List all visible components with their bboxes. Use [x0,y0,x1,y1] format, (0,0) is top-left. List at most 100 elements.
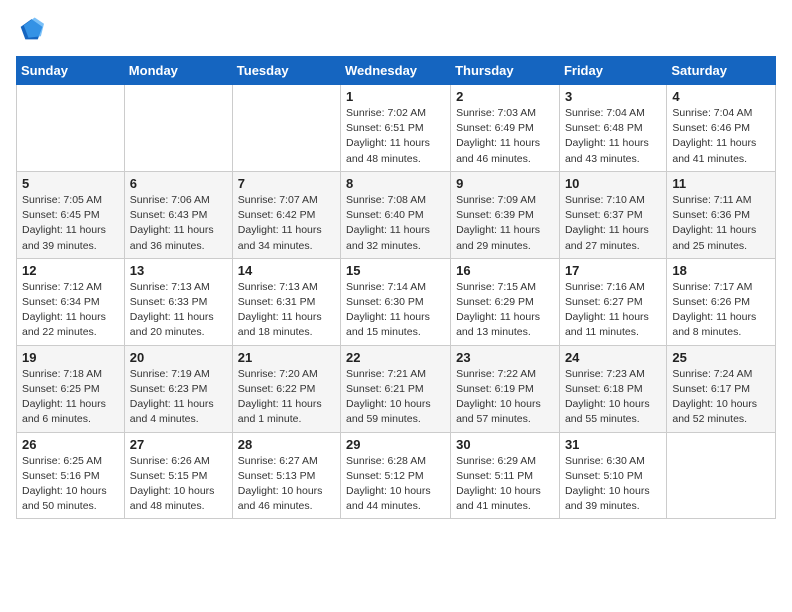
day-number: 16 [456,263,554,278]
day-info: Sunrise: 7:18 AM Sunset: 6:25 PM Dayligh… [22,367,119,428]
calendar-cell: 31 Sunrise: 6:30 AM Sunset: 5:10 PM Dayli… [559,432,666,519]
day-info: Sunrise: 7:20 AM Sunset: 6:22 PM Dayligh… [238,367,335,428]
day-number: 19 [22,350,119,365]
day-number: 5 [22,176,119,191]
day-info: Sunrise: 6:26 AM Sunset: 5:15 PM Dayligh… [130,454,227,515]
calendar-cell: 23 Sunrise: 7:22 AM Sunset: 6:19 PM Dayli… [451,345,560,432]
calendar-table: SundayMondayTuesdayWednesdayThursdayFrid… [16,56,776,519]
day-number: 15 [346,263,445,278]
calendar-cell: 9Sunrise: 7:09 AM Sunset: 6:39 PM Daylig… [451,171,560,258]
day-number: 6 [130,176,227,191]
day-number: 29 [346,437,445,452]
page-header [16,16,776,44]
day-info: Sunrise: 7:09 AM Sunset: 6:39 PM Dayligh… [456,193,554,254]
calendar-week-row: 1 Sunrise: 7:02 AM Sunset: 6:51 PM Daylig… [17,85,776,172]
day-number: 18 [672,263,770,278]
calendar-week-row: 19 Sunrise: 7:18 AM Sunset: 6:25 PM Dayli… [17,345,776,432]
day-number: 21 [238,350,335,365]
day-number: 25 [672,350,770,365]
day-number: 27 [130,437,227,452]
day-info: Sunrise: 7:04 AM Sunset: 6:48 PM Dayligh… [565,106,661,167]
calendar-cell: 2Sunrise: 7:03 AM Sunset: 6:49 PM Daylig… [451,85,560,172]
day-info: Sunrise: 7:14 AM Sunset: 6:30 PM Dayligh… [346,280,445,341]
weekday-header: Tuesday [232,57,340,85]
day-number: 12 [22,263,119,278]
calendar-cell: 13 Sunrise: 7:13 AM Sunset: 6:33 PM Dayli… [124,258,232,345]
day-number: 14 [238,263,335,278]
calendar-cell: 3 Sunrise: 7:04 AM Sunset: 6:48 PM Daylig… [559,85,666,172]
calendar-cell: 6 Sunrise: 7:06 AM Sunset: 6:43 PM Daylig… [124,171,232,258]
day-number: 11 [672,176,770,191]
day-number: 20 [130,350,227,365]
day-number: 4 [672,89,770,104]
calendar-cell: 25Sunrise: 7:24 AM Sunset: 6:17 PM Dayli… [667,345,776,432]
calendar-cell: 18 Sunrise: 7:17 AM Sunset: 6:26 PM Dayli… [667,258,776,345]
day-info: Sunrise: 7:04 AM Sunset: 6:46 PM Dayligh… [672,106,770,167]
day-info: Sunrise: 7:05 AM Sunset: 6:45 PM Dayligh… [22,193,119,254]
calendar-cell: 19 Sunrise: 7:18 AM Sunset: 6:25 PM Dayli… [17,345,125,432]
weekday-header: Saturday [667,57,776,85]
calendar-cell: 10Sunrise: 7:10 AM Sunset: 6:37 PM Dayli… [559,171,666,258]
day-number: 28 [238,437,335,452]
day-info: Sunrise: 7:19 AM Sunset: 6:23 PM Dayligh… [130,367,227,428]
calendar-cell: 24 Sunrise: 7:23 AM Sunset: 6:18 PM Dayli… [559,345,666,432]
calendar-cell: 22Sunrise: 7:21 AM Sunset: 6:21 PM Dayli… [341,345,451,432]
calendar-cell: 8 Sunrise: 7:08 AM Sunset: 6:40 PM Daylig… [341,171,451,258]
day-info: Sunrise: 6:28 AM Sunset: 5:12 PM Dayligh… [346,454,445,515]
day-info: Sunrise: 7:23 AM Sunset: 6:18 PM Dayligh… [565,367,661,428]
day-number: 1 [346,89,445,104]
calendar-cell: 5 Sunrise: 7:05 AM Sunset: 6:45 PM Daylig… [17,171,125,258]
calendar-cell: 14 Sunrise: 7:13 AM Sunset: 6:31 PM Dayli… [232,258,340,345]
day-info: Sunrise: 7:16 AM Sunset: 6:27 PM Dayligh… [565,280,661,341]
day-info: Sunrise: 7:07 AM Sunset: 6:42 PM Dayligh… [238,193,335,254]
calendar-cell: 15 Sunrise: 7:14 AM Sunset: 6:30 PM Dayli… [341,258,451,345]
calendar-week-row: 5 Sunrise: 7:05 AM Sunset: 6:45 PM Daylig… [17,171,776,258]
day-info: Sunrise: 7:02 AM Sunset: 6:51 PM Dayligh… [346,106,445,167]
calendar-cell: 4 Sunrise: 7:04 AM Sunset: 6:46 PM Daylig… [667,85,776,172]
day-info: Sunrise: 7:08 AM Sunset: 6:40 PM Dayligh… [346,193,445,254]
day-info: Sunrise: 7:22 AM Sunset: 6:19 PM Dayligh… [456,367,554,428]
weekday-header: Wednesday [341,57,451,85]
day-number: 7 [238,176,335,191]
day-info: Sunrise: 7:12 AM Sunset: 6:34 PM Dayligh… [22,280,119,341]
day-number: 13 [130,263,227,278]
calendar-cell: 28 Sunrise: 6:27 AM Sunset: 5:13 PM Dayli… [232,432,340,519]
calendar-week-row: 26 Sunrise: 6:25 AM Sunset: 5:16 PM Dayli… [17,432,776,519]
calendar-week-row: 12 Sunrise: 7:12 AM Sunset: 6:34 PM Dayli… [17,258,776,345]
day-number: 3 [565,89,661,104]
calendar-cell [124,85,232,172]
day-number: 8 [346,176,445,191]
day-info: Sunrise: 7:13 AM Sunset: 6:31 PM Dayligh… [238,280,335,341]
calendar-cell: 12 Sunrise: 7:12 AM Sunset: 6:34 PM Dayli… [17,258,125,345]
day-info: Sunrise: 7:13 AM Sunset: 6:33 PM Dayligh… [130,280,227,341]
day-info: Sunrise: 6:30 AM Sunset: 5:10 PM Dayligh… [565,454,661,515]
weekday-header: Monday [124,57,232,85]
day-info: Sunrise: 7:11 AM Sunset: 6:36 PM Dayligh… [672,193,770,254]
day-number: 22 [346,350,445,365]
day-info: Sunrise: 7:17 AM Sunset: 6:26 PM Dayligh… [672,280,770,341]
day-number: 26 [22,437,119,452]
calendar-cell [232,85,340,172]
day-info: Sunrise: 6:29 AM Sunset: 5:11 PM Dayligh… [456,454,554,515]
day-info: Sunrise: 7:06 AM Sunset: 6:43 PM Dayligh… [130,193,227,254]
day-info: Sunrise: 6:27 AM Sunset: 5:13 PM Dayligh… [238,454,335,515]
calendar-cell [17,85,125,172]
day-number: 24 [565,350,661,365]
day-number: 31 [565,437,661,452]
calendar-cell: 16Sunrise: 7:15 AM Sunset: 6:29 PM Dayli… [451,258,560,345]
calendar-cell: 26 Sunrise: 6:25 AM Sunset: 5:16 PM Dayli… [17,432,125,519]
calendar-cell: 29 Sunrise: 6:28 AM Sunset: 5:12 PM Dayli… [341,432,451,519]
day-number: 30 [456,437,554,452]
logo [16,16,46,44]
calendar-cell: 1 Sunrise: 7:02 AM Sunset: 6:51 PM Daylig… [341,85,451,172]
calendar-cell: 7 Sunrise: 7:07 AM Sunset: 6:42 PM Daylig… [232,171,340,258]
calendar-cell [667,432,776,519]
logo-icon [16,16,44,44]
weekday-header: Friday [559,57,666,85]
weekday-header: Sunday [17,57,125,85]
calendar-cell: 30 Sunrise: 6:29 AM Sunset: 5:11 PM Dayli… [451,432,560,519]
day-info: Sunrise: 7:03 AM Sunset: 6:49 PM Dayligh… [456,106,554,167]
day-number: 23 [456,350,554,365]
day-info: Sunrise: 6:25 AM Sunset: 5:16 PM Dayligh… [22,454,119,515]
day-number: 17 [565,263,661,278]
